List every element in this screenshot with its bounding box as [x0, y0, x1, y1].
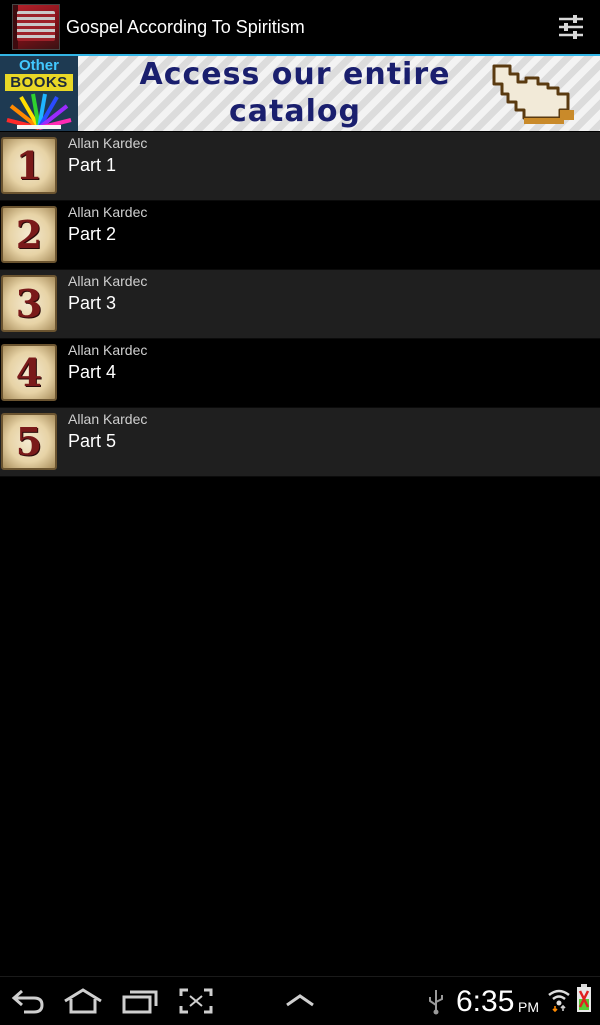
- badge-bottom-text: BOOKS: [5, 74, 73, 91]
- number-thumbnail: 1: [1, 137, 57, 194]
- recent-apps-icon[interactable]: [120, 987, 160, 1015]
- badge-top-text: Other: [18, 57, 59, 74]
- thumbnail-number: 2: [15, 212, 43, 257]
- chevron-up-icon[interactable]: [284, 987, 316, 1015]
- thumbnail-number: 3: [15, 281, 43, 326]
- flag-graphic: [17, 11, 55, 41]
- list-item[interactable]: 5 Allan Kardec Part 5: [0, 408, 600, 477]
- banner-line-1: Access our entire: [139, 57, 451, 92]
- item-title: Part 3: [68, 293, 117, 313]
- screenshot-icon[interactable]: [178, 987, 214, 1015]
- catalog-banner[interactable]: Other BOOKS Access our entire catalog: [0, 56, 600, 131]
- item-author: Allan Kardec: [68, 273, 148, 289]
- item-author: Allan Kardec: [68, 411, 148, 427]
- item-author: Allan Kardec: [68, 135, 148, 151]
- number-thumbnail: 2: [1, 206, 57, 263]
- item-title: Part 5: [68, 431, 117, 451]
- pointing-hand-icon: [492, 64, 574, 124]
- home-icon[interactable]: [62, 987, 104, 1015]
- book-cover-icon[interactable]: [12, 4, 60, 50]
- sliders-icon: [559, 15, 583, 39]
- back-icon[interactable]: [10, 987, 46, 1015]
- number-thumbnail: 3: [1, 275, 57, 332]
- item-title: Part 1: [68, 155, 117, 175]
- item-title: Part 2: [68, 224, 117, 244]
- wifi-icon: [548, 989, 570, 1012]
- thumbnail-number: 5: [15, 419, 43, 464]
- rainbow-book-icon: [6, 93, 72, 130]
- action-bar: Gospel According To Spiritism: [0, 0, 600, 56]
- item-author: Allan Kardec: [68, 342, 148, 358]
- settings-button[interactable]: [556, 12, 586, 42]
- list-item[interactable]: 3 Allan Kardec Part 3: [0, 270, 600, 339]
- item-author: Allan Kardec: [68, 204, 148, 220]
- list-item[interactable]: 1 Allan Kardec Part 1: [0, 132, 600, 201]
- item-title: Part 4: [68, 362, 117, 382]
- other-books-badge[interactable]: Other BOOKS: [0, 56, 78, 131]
- number-thumbnail: 5: [1, 413, 57, 470]
- banner-line-2: catalog: [229, 94, 361, 129]
- parts-list: 1 Allan Kardec Part 1 2 Allan Kardec Par…: [0, 132, 600, 477]
- usb-icon: [429, 990, 443, 1015]
- app-title: Gospel According To Spiritism: [66, 17, 305, 37]
- banner-text: Access our entire catalog: [100, 56, 490, 131]
- list-item[interactable]: 2 Allan Kardec Part 2: [0, 201, 600, 270]
- battery-charging-icon: [577, 984, 591, 1012]
- system-bar: 6:35 PM: [0, 976, 600, 1025]
- thumbnail-number: 1: [15, 143, 43, 188]
- number-thumbnail: 4: [1, 344, 57, 401]
- status-ampm: PM: [518, 999, 539, 1015]
- list-item[interactable]: 4 Allan Kardec Part 4: [0, 339, 600, 408]
- thumbnail-number: 4: [15, 350, 43, 395]
- status-time: 6:35: [456, 985, 515, 1018]
